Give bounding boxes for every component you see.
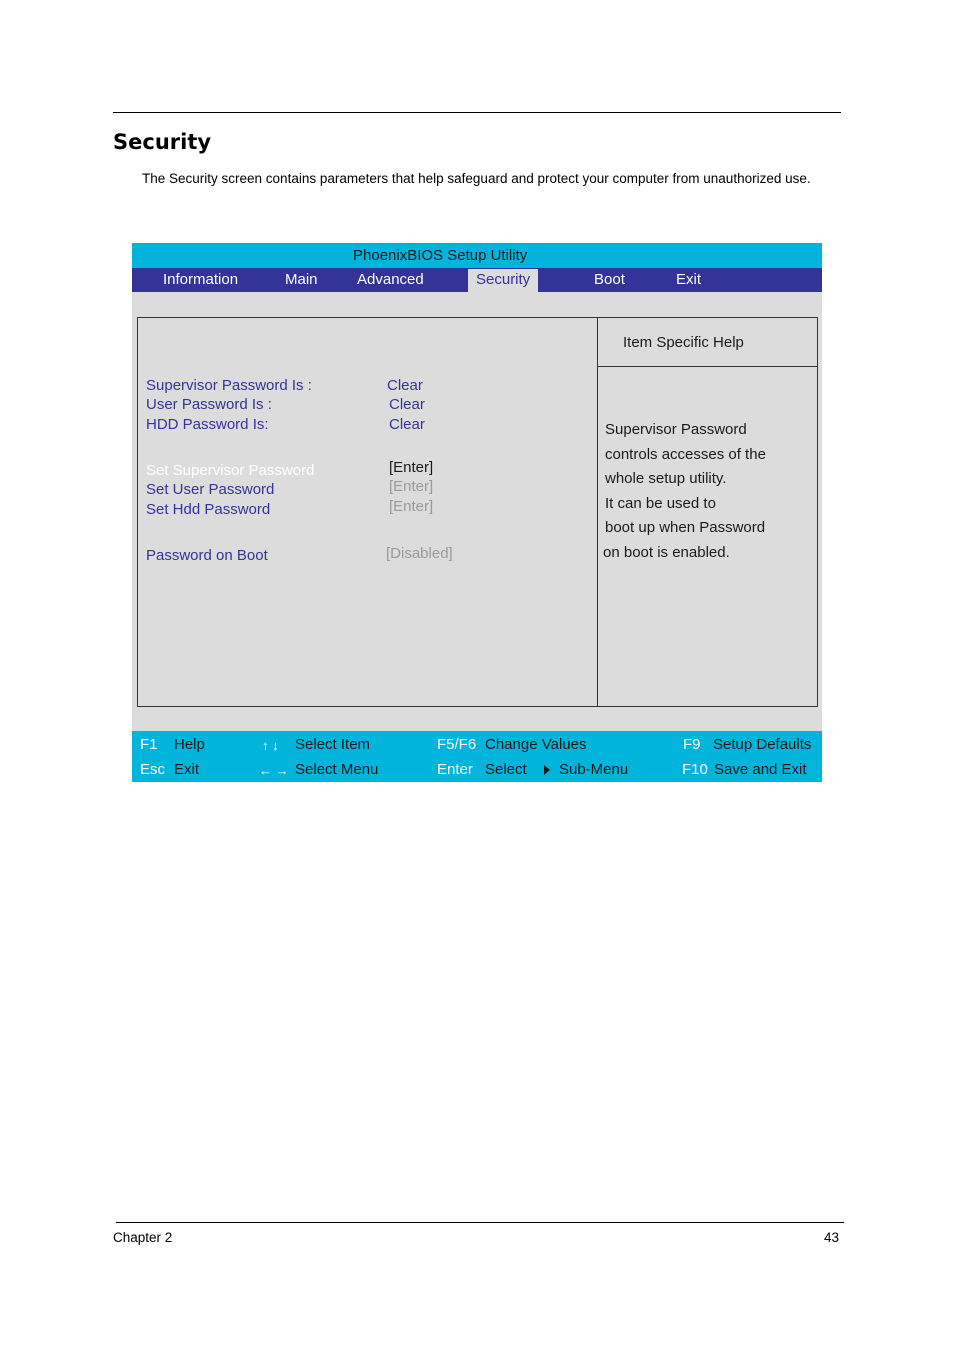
set-supervisor-password-item[interactable]: Set Supervisor Password [146,462,314,479]
key-f9-desc: Setup Defaults [713,736,812,753]
set-user-password-value: [Enter] [389,478,434,495]
help-title: Item Specific Help [623,334,744,351]
menu-tab-advanced[interactable]: Advanced [357,268,424,292]
help-line: on boot is enabled. [603,543,730,561]
bios-title-bar: PhoenixBIOS Setup Utility [132,243,822,268]
help-header: Item Specific Help [598,318,817,367]
header-rule [113,112,841,113]
key-f5-f6-desc: Change Values [485,736,587,753]
bios-title: PhoenixBIOS Setup Utility [353,247,528,264]
chapter-label: Chapter 2 [113,1230,173,1245]
menu-tab-boot[interactable]: Boot [594,268,625,292]
key-enter: Enter [437,761,473,778]
page-title: Security [113,130,212,154]
key-esc: Esc [140,761,166,778]
page-number: 43 [824,1230,840,1245]
key-leftright-desc: Select Menu [295,761,379,778]
key-esc-desc: Exit [174,761,200,778]
menu-tab-exit[interactable]: Exit [676,268,701,292]
help-panel: Item Specific Help Supervisor Password c… [597,317,818,707]
supervisor-password-status-label: Supervisor Password Is : [146,377,312,394]
set-hdd-password-item[interactable]: Set Hdd Password [146,501,270,518]
hdd-password-status-value: Clear [389,416,425,433]
menu-tab-security[interactable]: Security [468,269,539,292]
help-line: controls accesses of the [605,445,766,463]
intro-paragraph: The Security screen contains parameters … [142,171,811,186]
key-f10-desc: Save and Exit [714,761,807,778]
menu-tab-information[interactable]: Information [163,268,238,292]
help-text: Supervisor Password controls accesses of… [603,418,766,565]
password-on-boot-item[interactable]: Password on Boot [146,547,268,564]
set-hdd-password-value: [Enter] [389,498,434,515]
user-password-status-label: User Password Is : [146,396,272,413]
key-f9: F9 [683,736,701,753]
bios-screenshot: PhoenixBIOS Setup Utility Information Ma… [132,243,822,782]
bios-menu-bar: Information Main Advanced Security Boot … [132,268,822,292]
key-f1-desc: Help [174,736,205,753]
help-line: whole setup utility. [605,470,727,487]
menu-tab-main[interactable]: Main [285,268,318,292]
hdd-password-status-label: HDD Password Is: [146,416,269,433]
help-line: Supervisor Password [605,421,747,438]
footer-rule [116,1222,844,1223]
password-on-boot-value: [Disabled] [386,545,453,562]
submenu-arrow-icon [544,765,550,775]
key-legend-bar: F1 Help Esc Exit ↑ ↓ Select Item ← → Sel… [132,731,822,782]
left-right-arrow-icon: ← → [259,763,289,778]
help-line: boot up when Password [605,519,766,536]
set-supervisor-password-value[interactable]: [Enter] [389,459,433,476]
set-user-password-item[interactable]: Set User Password [146,481,274,498]
settings-panel: Supervisor Password Is : Clear User Pass… [137,317,598,707]
key-updown-desc: Select Item [295,736,371,753]
help-line: It can be used to [605,494,716,512]
supervisor-password-status-value: Clear [387,377,423,394]
user-password-status-value: Clear [389,396,425,413]
key-f10: F10 [682,761,708,778]
key-f5-f6: F5/F6 [437,736,477,753]
key-submenu-desc: Sub-Menu [559,761,629,778]
key-enter-desc: Select [485,761,527,778]
up-down-arrow-icon: ↑ ↓ [262,738,279,753]
key-f1: F1 [140,736,158,753]
